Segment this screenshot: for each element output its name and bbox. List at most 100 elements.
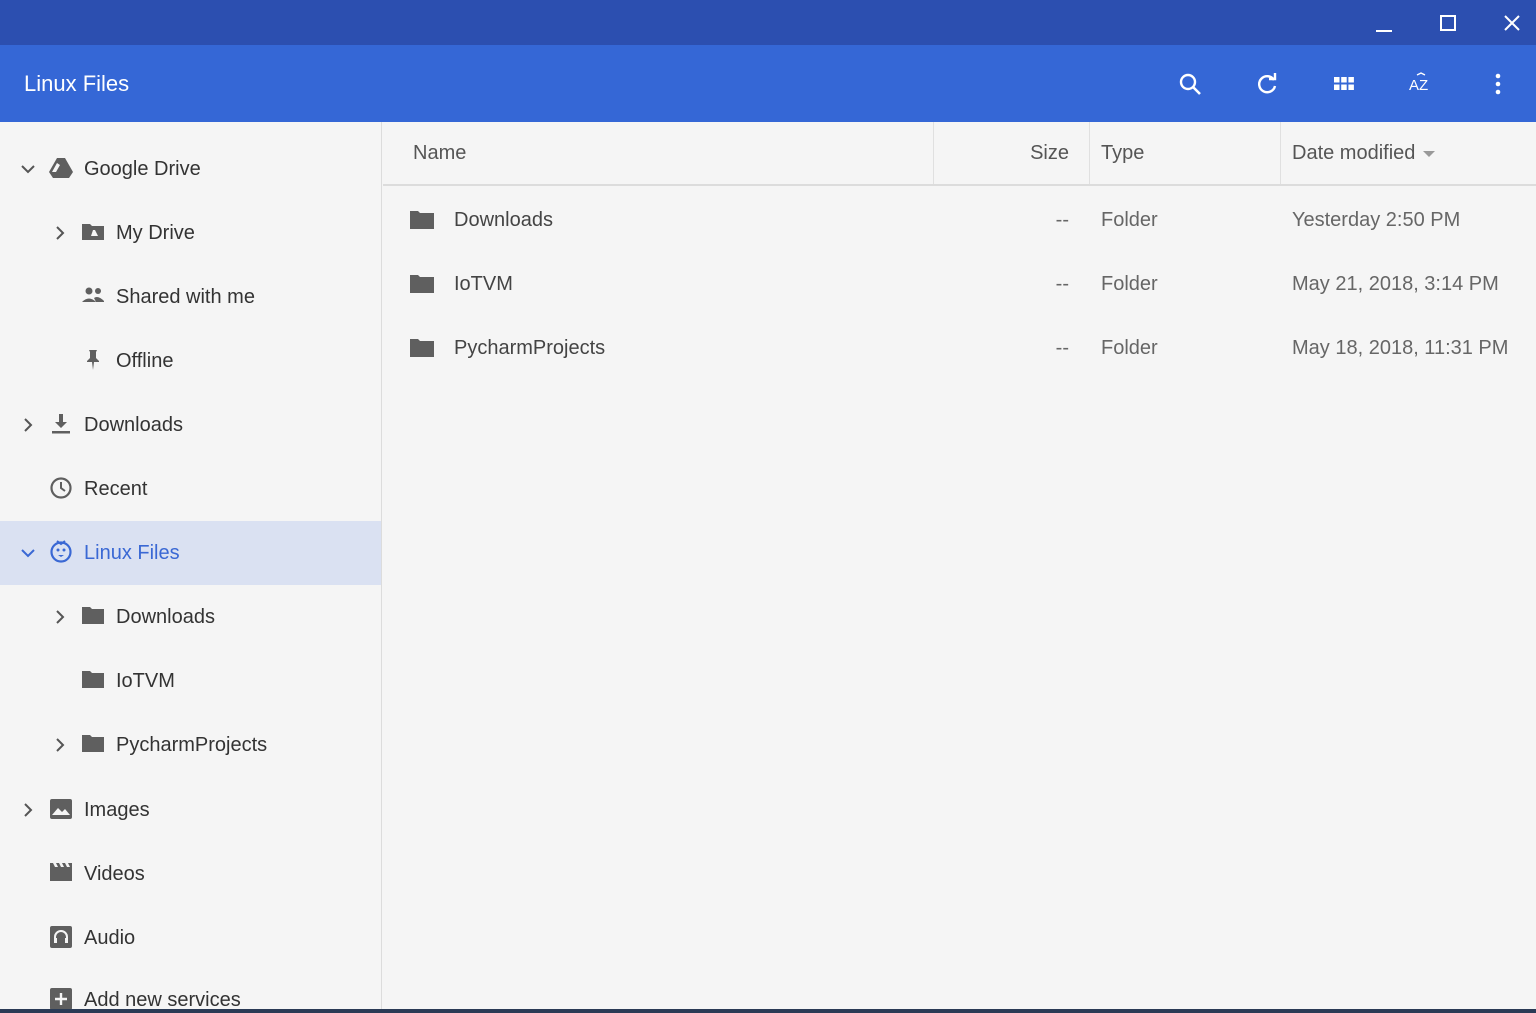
sidebar-item-label: Downloads [116,606,215,628]
search-button[interactable] [1160,45,1220,122]
column-header-size[interactable]: Size [943,122,1069,184]
sidebar-item-pycharmprojects[interactable]: PycharmProjects [0,713,381,777]
sidebar-item-label: Shared with me [116,286,255,308]
column-header-name[interactable]: Name [413,122,466,184]
column-header-date-label: Date modified [1292,142,1416,164]
chevron-right-icon[interactable] [48,605,72,629]
file-date-modified: Yesterday 2:50 PM [1292,209,1461,231]
sort-az-icon: AZ [1409,71,1428,94]
chevron-down-icon[interactable] [16,541,40,565]
sidebar-item-label: Images [84,799,150,821]
column-divider[interactable] [1089,122,1090,184]
column-header-type[interactable]: Type [1101,122,1144,184]
folder-icon [82,735,104,752]
minimize-icon [1376,29,1392,32]
file-date-modified: May 18, 2018, 11:31 PM [1292,337,1509,359]
pin-icon [87,350,99,370]
sidebar-item-audio[interactable]: Audio [0,906,381,970]
sidebar-item-offline[interactable]: Offline [0,329,381,393]
desktop-background-strip [0,1009,1536,1013]
file-name: IoTVM [454,273,513,295]
sidebar-item-label: Add new services [84,989,241,1009]
sidebar: Google Drive My Drive Shared with me Off… [0,122,382,1009]
chevron-right-icon[interactable] [48,733,72,757]
sidebar-item-iotvm[interactable]: IoTVM [0,649,381,713]
sort-descending-icon [1423,150,1436,157]
grid-view-button[interactable] [1314,45,1374,122]
window-titlebar [0,0,1536,45]
more-button[interactable] [1468,45,1528,122]
download-icon [52,414,70,434]
file-name: PycharmProjects [454,337,606,359]
image-icon [50,799,72,819]
file-size: -- [1055,273,1069,295]
minimize-button[interactable] [1352,0,1416,45]
video-icon [50,863,72,881]
sidebar-item-label: Videos [84,863,145,885]
file-size: -- [1055,209,1069,231]
grid-view-icon [1334,76,1354,90]
people-icon [82,287,104,302]
folder-icon [410,339,434,357]
table-row[interactable]: IoTVM -- Folder May 21, 2018, 3:14 PM [383,252,1536,316]
column-divider[interactable] [933,122,934,184]
add-box-icon [50,988,72,1009]
file-date-modified: May 21, 2018, 3:14 PM [1292,273,1499,295]
svg-text:AZ: AZ [1409,77,1428,94]
linux-penguin-icon [50,540,72,563]
sidebar-item-label: Linux Files [84,542,180,564]
search-icon [1179,73,1201,95]
close-icon [1504,14,1520,31]
maximize-button[interactable] [1416,0,1480,45]
sidebar-item-recent[interactable]: Recent [0,457,381,521]
google-drive-icon [49,158,73,178]
sidebar-item-linux-downloads[interactable]: Downloads [0,585,381,649]
sidebar-item-label: IoTVM [116,670,175,692]
folder-icon [82,671,104,688]
sidebar-item-label: Recent [84,478,148,500]
sidebar-item-google-drive[interactable]: Google Drive [0,137,381,201]
chevron-down-icon[interactable] [16,157,40,181]
folder-icon [410,275,434,293]
maximize-icon [1440,14,1456,31]
app-toolbar: Linux Files AZ [0,45,1536,122]
file-type: Folder [1101,337,1158,359]
sidebar-item-downloads[interactable]: Downloads [0,393,381,457]
sidebar-item-label: PycharmProjects [116,734,268,756]
sidebar-item-linux-files[interactable]: Linux Files [0,521,381,585]
sidebar-item-label: Google Drive [84,158,201,180]
column-header-date-modified[interactable]: Date modified [1292,122,1436,184]
sidebar-item-shared-with-me[interactable]: Shared with me [0,265,381,329]
sidebar-item-my-drive[interactable]: My Drive [0,201,381,265]
folder-icon [82,607,104,624]
chevron-right-icon[interactable] [48,221,72,245]
sidebar-item-label: Offline [116,350,174,372]
file-list: Name Size Type Date modified Downloads -… [383,122,1536,1009]
file-name: Downloads [454,209,553,231]
sort-button[interactable]: AZ [1391,45,1451,122]
sidebar-item-label: Audio [84,927,136,949]
more-vert-icon [1495,73,1501,94]
sidebar-item-images[interactable]: Images [0,778,381,842]
clock-icon [50,477,72,499]
folder-icon [410,211,434,229]
my-drive-icon [82,224,104,240]
table-row[interactable]: PycharmProjects -- Folder May 18, 2018, … [383,316,1536,380]
close-button[interactable] [1480,0,1536,45]
headphones-icon [50,926,72,948]
refresh-button[interactable] [1237,45,1297,122]
table-row[interactable]: Downloads -- Folder Yesterday 2:50 PM [383,188,1536,252]
chevron-right-icon[interactable] [16,413,40,437]
file-type: Folder [1101,273,1158,295]
file-type: Folder [1101,209,1158,231]
app-title: Linux Files [24,71,130,96]
sidebar-item-videos[interactable]: Videos [0,842,381,906]
file-size: -- [1055,337,1069,359]
sidebar-item-label: Downloads [84,414,183,436]
sidebar-item-label: My Drive [116,222,195,244]
sidebar-item-add-new-services[interactable]: Add new services [0,968,381,1009]
column-divider[interactable] [1280,122,1281,184]
table-header: Name Size Type Date modified [383,122,1536,186]
chevron-right-icon[interactable] [16,798,40,822]
refresh-icon [1258,72,1277,93]
